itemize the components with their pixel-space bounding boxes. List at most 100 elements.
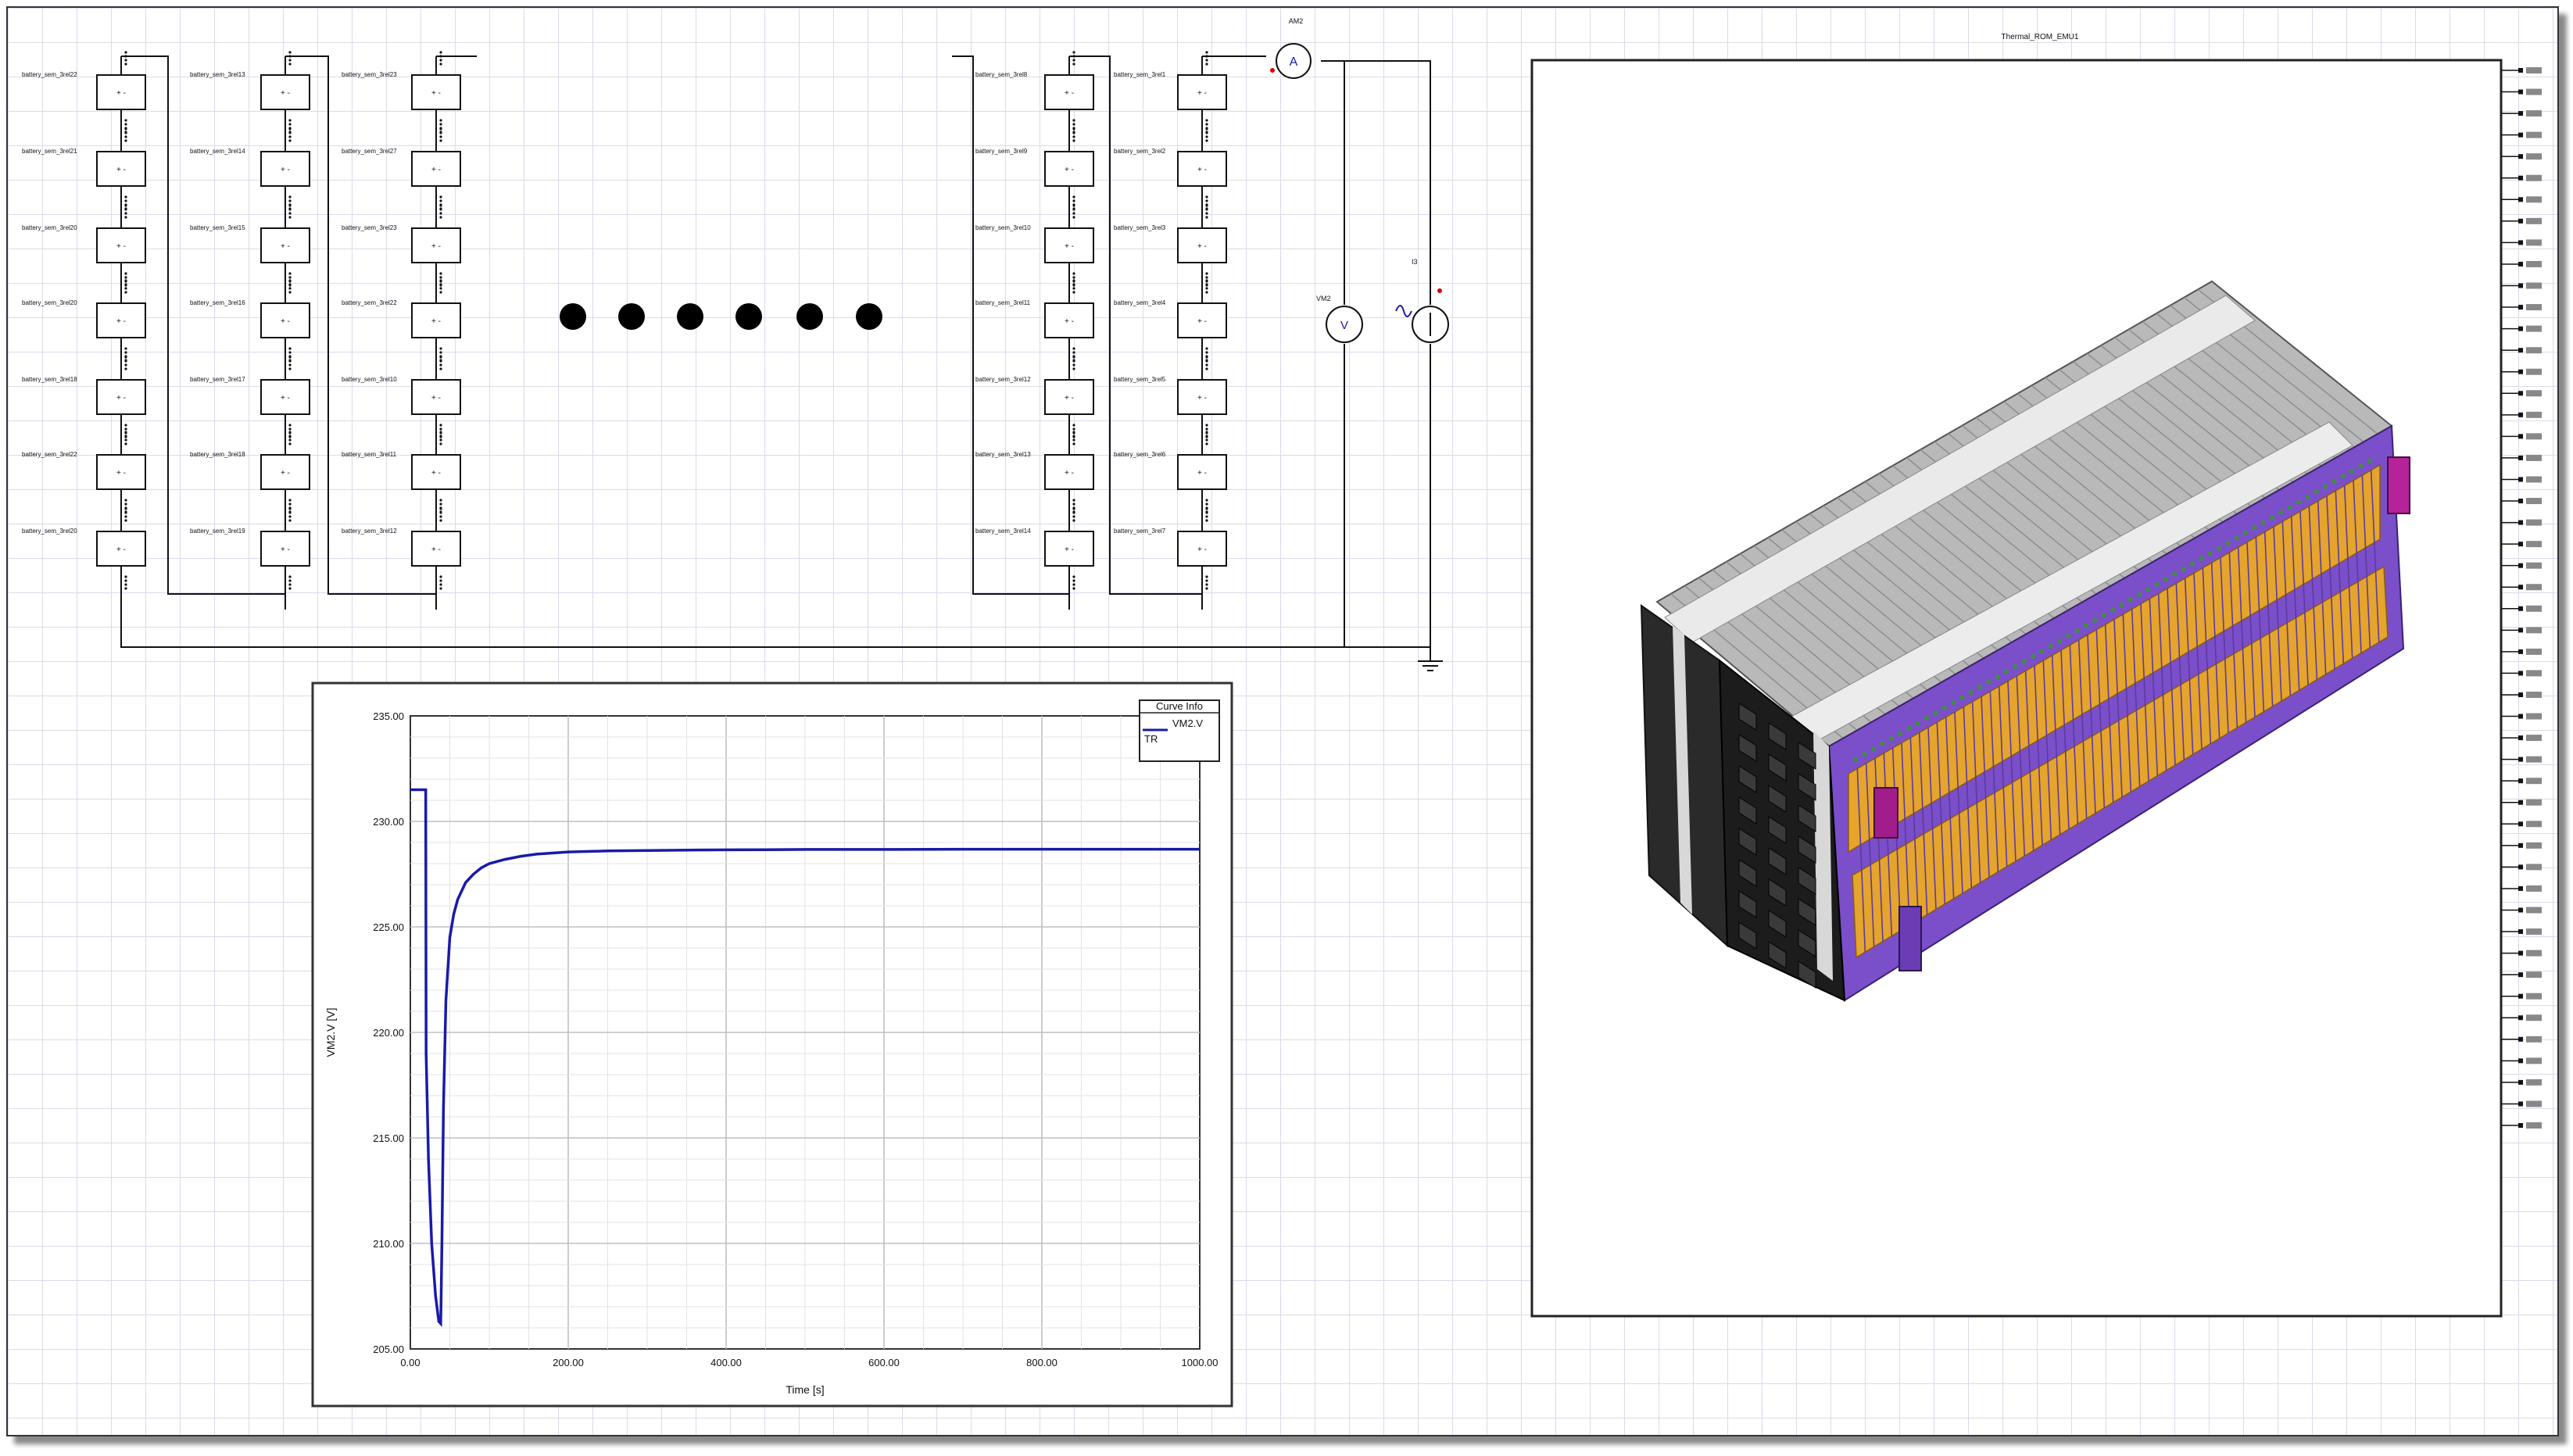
battery-cell[interactable]: + - battery_sem_3rel9 [975, 127, 1094, 210]
cell-column-5: + - battery_sem_3rel1 + - battery_sem_3rel2… [1114, 51, 1227, 610]
battery-cell[interactable]: + - battery_sem_3rel12 [975, 356, 1094, 438]
battery-cell[interactable]: + - battery_sem_3rel13 [190, 51, 310, 134]
battery-cell[interactable]: + - battery_sem_3rel11 [975, 279, 1094, 362]
svg-text:+ -: + - [431, 469, 441, 478]
cell-label: battery_sem_3rel17 [190, 376, 245, 383]
svg-text:+ -: + - [1065, 242, 1074, 251]
current-source[interactable]: I3 [1395, 258, 1449, 343]
svg-text:+ -: + - [116, 89, 126, 98]
cell-label: battery_sem_3rel7 [1114, 528, 1166, 535]
cell-label: battery_sem_3rel6 [1114, 451, 1166, 458]
battery-cell[interactable]: + - battery_sem_3rel14 [190, 127, 310, 210]
cell-label: battery_sem_3rel22 [22, 71, 77, 78]
battery-cell[interactable]: + - battery_sem_3rel21 [22, 127, 146, 210]
ellipsis-dots [560, 303, 882, 330]
battery-cell[interactable]: + - battery_sem_3rel6 [1114, 431, 1227, 513]
battery-cell[interactable]: + - battery_sem_3rel10 [342, 356, 461, 438]
cell-label: battery_sem_3rel19 [190, 528, 245, 535]
svg-text:+ -: + - [431, 166, 441, 174]
cell-label: battery_sem_3rel13 [190, 71, 245, 78]
svg-text:+ -: + - [1197, 89, 1207, 98]
cell-label: battery_sem_3rel12 [342, 528, 397, 535]
battery-cell[interactable]: + - battery_sem_3rel4 [1114, 279, 1227, 362]
svg-text:+ -: + - [1065, 166, 1074, 174]
svg-text:+ -: + - [281, 469, 290, 478]
battery-cell[interactable]: + - battery_sem_3rel1 [1114, 51, 1227, 134]
battery-cell[interactable]: + - battery_sem_3rel23 [342, 51, 461, 134]
battery-cell[interactable]: + - battery_sem_3rel20 [22, 507, 146, 590]
cell-label: battery_sem_3rel10 [975, 224, 1031, 231]
battery-cell[interactable]: + - battery_sem_3rel16 [190, 279, 310, 362]
battery-cell[interactable]: + - battery_sem_3rel23 [342, 204, 461, 287]
svg-text:+ -: + - [281, 394, 290, 402]
cell-label: battery_sem_3rel12 [975, 376, 1031, 383]
svg-text:+ -: + - [281, 166, 290, 174]
cell-label: battery_sem_3rel4 [1114, 299, 1166, 306]
battery-cell[interactable]: + - battery_sem_3rel7 [1114, 507, 1227, 590]
battery-cell[interactable]: + - battery_sem_3rel19 [190, 507, 310, 590]
cell-label: battery_sem_3rel3 [1114, 224, 1166, 231]
cell-label: battery_sem_3rel11 [975, 299, 1031, 306]
svg-text:+ -: + - [1197, 166, 1207, 174]
battery-cell[interactable]: + - battery_sem_3rel15 [190, 204, 310, 287]
svg-text:+ -: + - [431, 89, 441, 98]
battery-cell[interactable]: + - battery_sem_3rel2 [1114, 127, 1227, 210]
svg-text:+ -: + - [281, 546, 290, 554]
cell-label: battery_sem_3rel10 [342, 376, 397, 383]
battery-cell[interactable]: + - battery_sem_3rel22 [342, 279, 461, 362]
svg-text:+ -: + - [1065, 317, 1074, 326]
svg-text:+ -: + - [431, 317, 441, 326]
wiring [120, 55, 1443, 671]
cell-label: battery_sem_3rel2 [1114, 148, 1166, 155]
battery-cell[interactable]: + - battery_sem_3rel5 [1114, 356, 1227, 438]
cell-label: battery_sem_3rel20 [22, 224, 77, 231]
cell-label: battery_sem_3rel23 [342, 224, 397, 231]
battery-cell[interactable]: + - battery_sem_3rel20 [22, 279, 146, 362]
svg-text:+ -: + - [281, 242, 290, 251]
cell-label: battery_sem_3rel15 [190, 224, 245, 231]
battery-cell[interactable]: + - battery_sem_3rel3 [1114, 204, 1227, 287]
svg-text:+ -: + - [431, 242, 441, 251]
cell-label: battery_sem_3rel14 [975, 528, 1031, 535]
svg-text:+ -: + - [116, 394, 126, 402]
ammeter[interactable]: A AM2 [1270, 17, 1312, 79]
battery-cell[interactable]: + - battery_sem_3rel27 [342, 127, 461, 210]
svg-text:+ -: + - [116, 469, 126, 478]
cell-label: battery_sem_3rel9 [975, 148, 1028, 155]
battery-cell[interactable]: + - battery_sem_3rel14 [975, 507, 1094, 590]
cell-label: battery_sem_3rel18 [22, 376, 77, 383]
battery-cell[interactable]: + - battery_sem_3rel13 [975, 431, 1094, 513]
battery-cell[interactable]: + - battery_sem_3rel22 [22, 431, 146, 513]
cell-column-2: + - battery_sem_3rel13 + - battery_sem_3rel… [190, 51, 310, 610]
battery-cell[interactable]: + - battery_sem_3rel22 [22, 51, 146, 134]
battery-cell[interactable]: + - battery_sem_3rel17 [190, 356, 310, 438]
cell-column-1: + - battery_sem_3rel22 + - battery_sem_3rel… [22, 51, 146, 610]
cell-label: battery_sem_3rel20 [22, 528, 77, 535]
svg-text:+ -: + - [281, 89, 290, 98]
svg-text:+ -: + - [431, 394, 441, 402]
svg-text:+ -: + - [1197, 242, 1207, 251]
battery-cell[interactable]: + - battery_sem_3rel11 [342, 431, 461, 513]
cell-label: battery_sem_3rel22 [342, 299, 397, 306]
svg-text:+ -: + - [281, 317, 290, 326]
svg-text:+ -: + - [1065, 89, 1074, 98]
svg-text:+ -: + - [116, 546, 126, 554]
svg-text:+ -: + - [1197, 394, 1207, 402]
cell-label: battery_sem_3rel1 [1114, 71, 1166, 78]
battery-cell[interactable]: + - battery_sem_3rel18 [22, 356, 146, 438]
cell-column-4: + - battery_sem_3rel8 + - battery_sem_3rel9… [975, 51, 1094, 610]
voltmeter[interactable]: V VM2 [1316, 295, 1363, 343]
svg-text:+ -: + - [116, 166, 126, 174]
battery-cell[interactable]: + - battery_sem_3rel18 [190, 431, 310, 513]
battery-cell[interactable]: + - battery_sem_3rel10 [975, 204, 1094, 287]
svg-text:+ -: + - [1065, 394, 1074, 402]
cell-label: battery_sem_3rel13 [975, 451, 1031, 458]
battery-cell[interactable]: + - battery_sem_3rel8 [975, 51, 1094, 134]
cell-label: battery_sem_3rel18 [190, 451, 245, 458]
cell-label: battery_sem_3rel16 [190, 299, 245, 306]
cell-label: battery_sem_3rel20 [22, 299, 77, 306]
svg-text:I3: I3 [1412, 258, 1418, 266]
battery-cell[interactable]: + - battery_sem_3rel20 [22, 204, 146, 287]
cell-label: battery_sem_3rel27 [342, 148, 397, 155]
battery-cell[interactable]: + - battery_sem_3rel12 [342, 507, 461, 590]
